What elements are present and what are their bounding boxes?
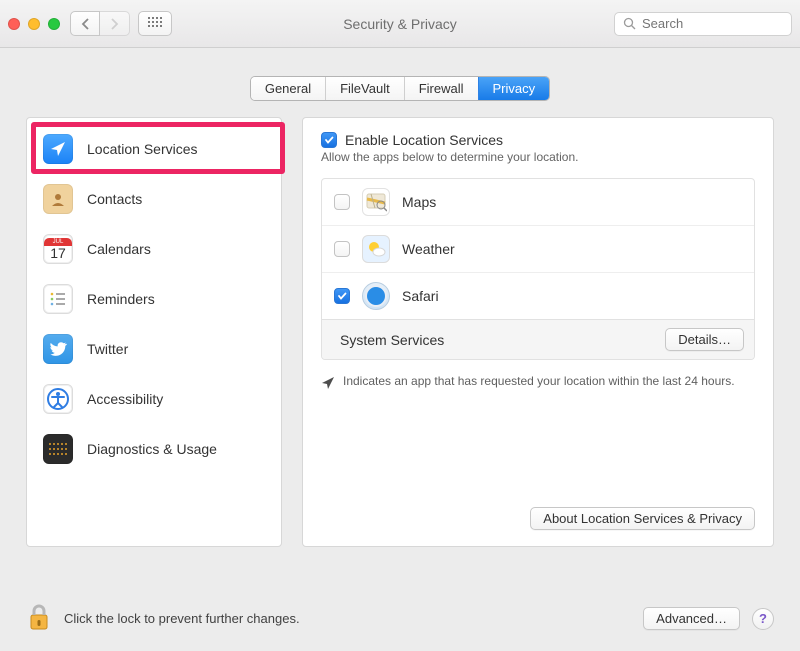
system-services-row: System Services Details… xyxy=(322,319,754,359)
app-permission-list: Maps Weather Safari System Services xyxy=(321,178,755,360)
privacy-category-list: Location Services Contacts JUL 17 Calend… xyxy=(26,117,282,547)
back-button[interactable] xyxy=(70,11,100,36)
chevron-left-icon xyxy=(81,18,90,30)
grid-icon xyxy=(148,17,162,31)
app-row-safari[interactable]: Safari xyxy=(322,272,754,319)
accessibility-icon xyxy=(43,384,73,414)
enable-location-checkbox[interactable] xyxy=(321,132,337,148)
sidebar-item-label: Location Services xyxy=(87,141,198,157)
location-arrow-icon xyxy=(321,376,335,390)
sidebar-item-twitter[interactable]: Twitter xyxy=(27,324,281,374)
sidebar-item-reminders[interactable]: Reminders xyxy=(27,274,281,324)
forward-button[interactable] xyxy=(100,11,130,36)
app-checkbox[interactable] xyxy=(334,241,350,257)
sidebar-item-location-services[interactable]: Location Services xyxy=(27,124,281,174)
search-icon xyxy=(623,17,636,30)
show-all-button[interactable] xyxy=(138,11,172,36)
about-location-services-button[interactable]: About Location Services & Privacy xyxy=(530,507,755,530)
advanced-button[interactable]: Advanced… xyxy=(643,607,740,630)
calendar-icon: JUL 17 xyxy=(43,234,73,264)
search-input[interactable] xyxy=(642,16,783,31)
contacts-icon xyxy=(43,184,73,214)
sidebar-item-label: Reminders xyxy=(87,291,155,307)
location-indicator-note: Indicates an app that has requested your… xyxy=(321,374,755,390)
sidebar-item-accessibility[interactable]: Accessibility xyxy=(27,374,281,424)
weather-icon xyxy=(362,235,390,263)
sidebar-item-calendars[interactable]: JUL 17 Calendars xyxy=(27,224,281,274)
app-row-maps[interactable]: Maps xyxy=(322,179,754,225)
lock-icon[interactable] xyxy=(26,602,52,635)
sidebar-item-label: Twitter xyxy=(87,341,128,357)
zoom-button[interactable] xyxy=(48,18,60,30)
help-button[interactable]: ? xyxy=(752,608,774,630)
app-row-weather[interactable]: Weather xyxy=(322,225,754,272)
details-button[interactable]: Details… xyxy=(665,328,744,351)
enable-location-subtitle: Allow the apps below to determine your l… xyxy=(321,150,755,164)
app-name: Weather xyxy=(402,241,455,257)
location-services-panel: Enable Location Services Allow the apps … xyxy=(302,117,774,547)
tab-bar: General FileVault Firewall Privacy xyxy=(0,48,800,101)
lock-text: Click the lock to prevent further change… xyxy=(64,611,300,626)
app-name: Safari xyxy=(402,288,439,304)
sidebar-item-label: Accessibility xyxy=(87,391,163,407)
minimize-button[interactable] xyxy=(28,18,40,30)
diagnostics-icon xyxy=(43,434,73,464)
sidebar-item-contacts[interactable]: Contacts xyxy=(27,174,281,224)
chevron-right-icon xyxy=(110,18,119,30)
tab-filevault[interactable]: FileVault xyxy=(325,77,404,100)
sidebar-item-label: Contacts xyxy=(87,191,142,207)
bottom-bar: Click the lock to prevent further change… xyxy=(0,602,800,651)
tab-firewall[interactable]: Firewall xyxy=(404,77,478,100)
app-checkbox[interactable] xyxy=(334,288,350,304)
app-name: Maps xyxy=(402,194,436,210)
location-icon xyxy=(43,134,73,164)
app-checkbox[interactable] xyxy=(334,194,350,210)
window-controls xyxy=(8,18,60,30)
indicator-text: Indicates an app that has requested your… xyxy=(343,374,735,388)
tab-privacy[interactable]: Privacy xyxy=(478,77,550,100)
sidebar-item-label: Diagnostics & Usage xyxy=(87,441,217,457)
system-services-label: System Services xyxy=(340,332,444,348)
enable-location-label: Enable Location Services xyxy=(345,132,503,148)
close-button[interactable] xyxy=(8,18,20,30)
search-field[interactable] xyxy=(614,12,792,36)
maps-icon xyxy=(362,188,390,216)
sidebar-item-label: Calendars xyxy=(87,241,151,257)
titlebar: Security & Privacy xyxy=(0,0,800,48)
safari-icon xyxy=(362,282,390,310)
tab-general[interactable]: General xyxy=(251,77,325,100)
reminders-icon xyxy=(43,284,73,314)
twitter-icon xyxy=(43,334,73,364)
sidebar-item-diagnostics[interactable]: Diagnostics & Usage xyxy=(27,424,281,474)
